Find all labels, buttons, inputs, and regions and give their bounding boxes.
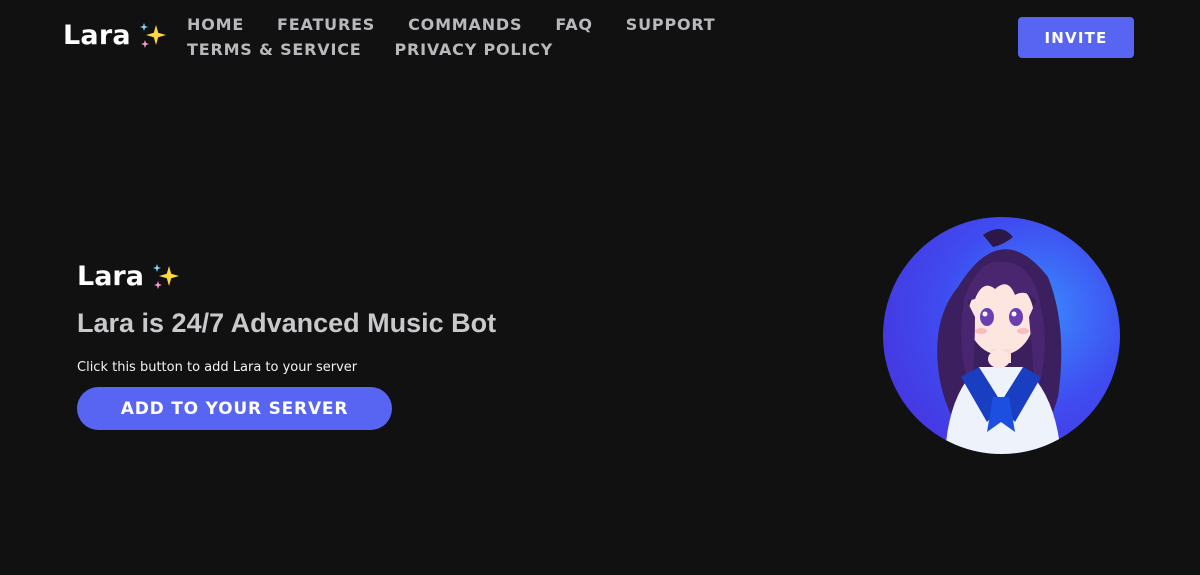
brand-logo[interactable]: Lara (63, 20, 167, 51)
main-nav: HOME FEATURES COMMANDS FAQ SUPPORT TERMS… (187, 13, 907, 61)
nav-terms[interactable]: TERMS & SERVICE (187, 38, 361, 61)
hero-title: Lara (77, 261, 180, 292)
nav-features[interactable]: FEATURES (277, 13, 375, 36)
nav-support[interactable]: SUPPORT (626, 13, 716, 36)
hero-subtitle: Lara is 24/7 Advanced Music Bot (77, 308, 497, 338)
page: Lara HOME FEATURES COMMANDS FAQ SUPPORT … (0, 0, 1200, 575)
nav-home[interactable]: HOME (187, 13, 244, 36)
nav-privacy[interactable]: PRIVACY POLICY (394, 38, 553, 61)
sparkles-icon (139, 22, 166, 48)
anime-character-illustration (937, 228, 1062, 454)
bot-avatar (883, 217, 1120, 454)
hero-title-text: Lara (77, 261, 144, 292)
invite-button[interactable]: INVITE (1018, 17, 1134, 58)
hero-description: Click this button to add Lara to your se… (77, 360, 358, 375)
add-to-server-button[interactable]: ADD TO YOUR SERVER (77, 387, 392, 430)
brand-name: Lara (63, 20, 131, 51)
nav-faq[interactable]: FAQ (555, 13, 592, 36)
sparkles-icon (152, 263, 179, 289)
nav-commands[interactable]: COMMANDS (408, 13, 522, 36)
